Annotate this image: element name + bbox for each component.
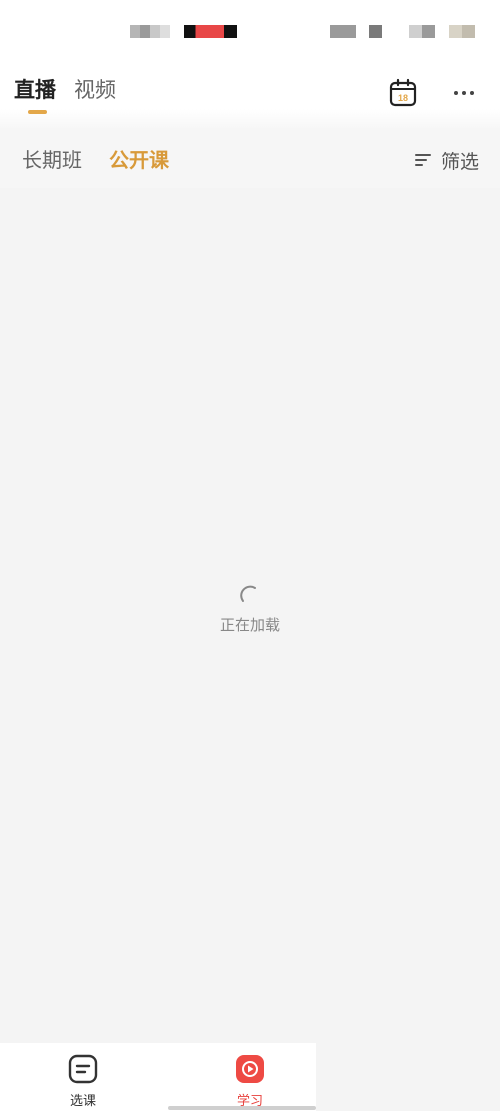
loading-indicator: 正在加载: [200, 585, 300, 645]
list-doc-icon: [68, 1054, 98, 1084]
nav-label: 选课: [69, 1094, 96, 1109]
filter-lines-icon: [415, 154, 431, 166]
bottom-nav: 选课 学习: [0, 1043, 316, 1111]
home-indicator: [168, 1106, 316, 1110]
filter-label: 筛选: [441, 150, 480, 173]
page: 直播 视频 18 长期班 公开课 筛选 正在加载 选课 学习: [0, 0, 500, 1111]
status-bar: [0, 0, 500, 60]
more-button[interactable]: [450, 82, 480, 102]
filter-button[interactable]: 筛选: [414, 147, 479, 173]
tab-open-course[interactable]: 公开课: [109, 148, 169, 172]
sub-tabs: 长期班 公开课 筛选: [0, 130, 500, 188]
more-dots-icon: [454, 91, 474, 95]
status-pixel-block: [330, 25, 356, 38]
calendar-day: 18: [398, 93, 408, 103]
status-pixel-block: [184, 25, 237, 38]
status-pixel-block: [409, 25, 435, 38]
status-pixel-block: [130, 25, 170, 38]
tab-live[interactable]: 直播: [14, 77, 56, 103]
tab-video[interactable]: 视频: [74, 77, 116, 103]
nav-item-select-course[interactable]: 选课: [23, 1043, 143, 1111]
calendar-button[interactable]: 18: [388, 78, 418, 108]
active-tab-indicator: [28, 110, 47, 114]
calendar-icon: 18: [389, 78, 417, 107]
top-header: 直播 视频 18: [0, 60, 500, 130]
loading-text: 正在加载: [219, 616, 280, 634]
loading-spinner-icon: [240, 585, 256, 602]
tab-long-term-class[interactable]: 长期班: [22, 148, 82, 172]
status-pixel-block: [449, 25, 475, 38]
nav-item-study[interactable]: 学习: [190, 1043, 310, 1111]
play-icon: [236, 1055, 264, 1083]
status-pixel-block: [369, 25, 382, 38]
